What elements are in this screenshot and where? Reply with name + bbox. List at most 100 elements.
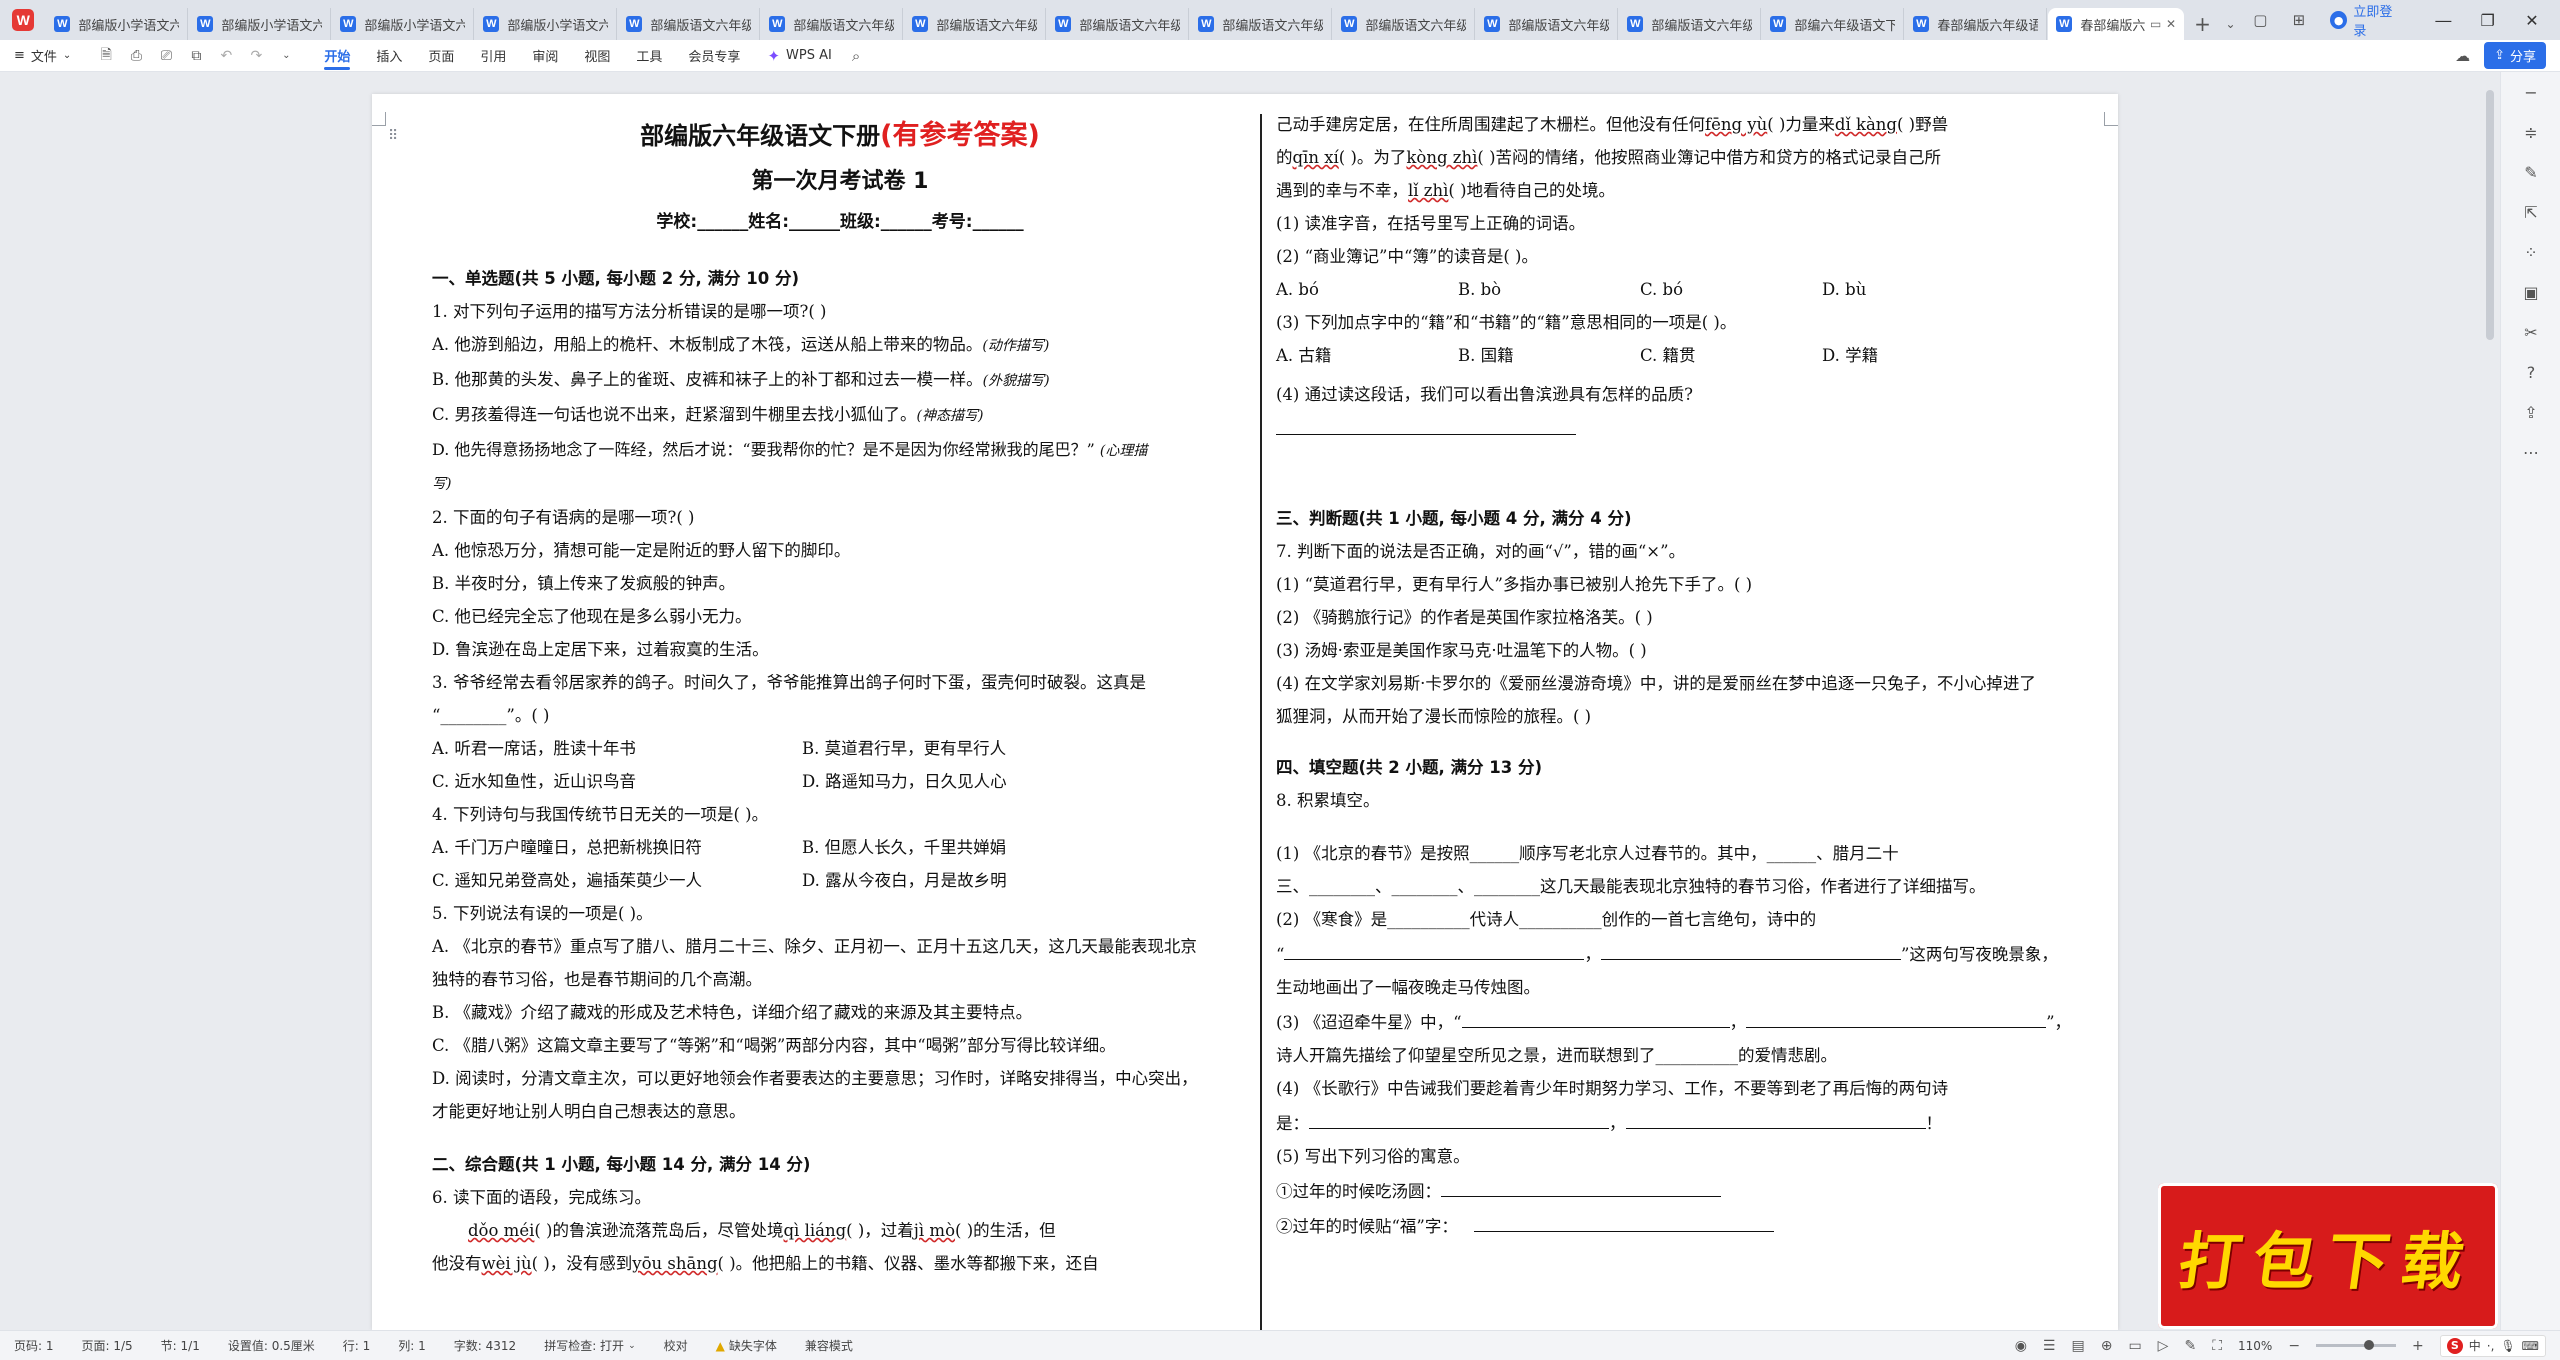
section-heading: 四、填空题(共 2 小题, 满分 13 分)	[1276, 758, 1543, 777]
maximize-icon[interactable]: ❐	[2466, 0, 2510, 40]
window-close-icon[interactable]: ✕	[2510, 0, 2554, 40]
minimize-icon[interactable]: ―	[2421, 0, 2465, 40]
undo-icon[interactable]: ↶	[217, 48, 235, 64]
edit-icon[interactable]: ✎	[2184, 1338, 2196, 1354]
document-tab[interactable]: W 部编版语文六年级	[1476, 8, 1619, 40]
wps-logo-icon[interactable]: W	[0, 0, 46, 40]
ribbon-tab[interactable]: 工具	[623, 40, 675, 72]
vertical-scrollbar[interactable]	[2486, 90, 2494, 340]
tab-label: 部编版小学语文六	[78, 18, 180, 34]
status-missing-font[interactable]: ▲ 缺失字体	[702, 1337, 791, 1354]
document-tab[interactable]: W 部编版小学语文六	[46, 8, 189, 40]
document-page[interactable]: ⠿ 部编版六年级语文下册(有参考答案) 第一次月考试卷 1 学校:______姓…	[372, 94, 2118, 1330]
add-tab-icon[interactable]: +	[2185, 8, 2220, 40]
document-tab[interactable]: W 部编版语文六年级	[1047, 8, 1190, 40]
ribbon-tab[interactable]: 引用	[467, 40, 519, 72]
help-icon[interactable]: ?	[2501, 352, 2560, 392]
select-icon[interactable]: ⇱	[2501, 192, 2560, 232]
tools-icon[interactable]: ✂	[2501, 312, 2560, 352]
login-button[interactable]: ● 立即登录	[2318, 1, 2421, 39]
write-mode-icon[interactable]: ▭	[2128, 1338, 2141, 1354]
web-view-icon[interactable]: ⊕	[2101, 1338, 2113, 1354]
zoom-level[interactable]: 110%	[2238, 1339, 2272, 1353]
page-view-icon[interactable]: ▤	[2071, 1338, 2084, 1354]
status-spell-check[interactable]: 拼写检查: 打开 ⌄	[530, 1337, 649, 1354]
zoom-slider-thumb[interactable]	[2364, 1340, 2375, 1350]
save-icon[interactable]: 🗎	[97, 44, 115, 68]
share-panel-icon[interactable]: ⇪	[2501, 392, 2560, 432]
word-doc-icon: W	[340, 16, 357, 32]
share-label: 分享	[2509, 50, 2536, 65]
ime-toolbar[interactable]: S 中 ·, 🎙 ⌨	[2439, 1334, 2546, 1357]
tab-active-document[interactable]: W 春部编版六 ▭ ✕	[2048, 8, 2185, 40]
customize-toolbar-icon[interactable]: ⌄	[277, 50, 295, 61]
outline-icon[interactable]: ☰	[2043, 1338, 2056, 1354]
redo-icon[interactable]: ↷	[247, 48, 265, 64]
play-icon[interactable]: ▷	[2158, 1338, 2169, 1354]
drag-handle-icon[interactable]: ⠿	[388, 128, 398, 144]
export-pdf-icon[interactable]: ⎙	[127, 48, 145, 64]
ribbon-tab[interactable]: 插入	[363, 40, 415, 72]
zoom-in-icon[interactable]: +	[2412, 1338, 2424, 1354]
document-tab[interactable]: W 春部编版六年级语	[1905, 8, 2048, 40]
zoom-slider[interactable]	[2316, 1340, 2397, 1350]
share-button[interactable]: ⇪ 分享	[2484, 42, 2546, 69]
document-tab[interactable]: W 部编版语文六年级	[761, 8, 904, 40]
ribbon-tab[interactable]: 页面	[415, 40, 467, 72]
grid-icon[interactable]: ⊞	[2280, 0, 2318, 40]
style-icon[interactable]: ⁘	[2501, 232, 2560, 272]
zoom-out-icon[interactable]: −	[2288, 1338, 2300, 1354]
word-doc-icon: W	[1627, 16, 1644, 32]
wps-ai-button[interactable]: ✦ WPS AI	[753, 47, 845, 65]
document-tab[interactable]: W 部编版语文六年级	[1333, 8, 1476, 40]
fit-page-icon[interactable]: ⛶	[2212, 1338, 2222, 1354]
q1-option-a-note: (动作描写)	[982, 338, 1050, 354]
download-package-badge[interactable]: 打包下载	[2158, 1183, 2498, 1329]
print-preview-icon[interactable]: ⧉	[187, 48, 205, 64]
document-tab[interactable]: W 部编版语文六年级	[1619, 8, 1762, 40]
ribbon-tab[interactable]: 会员专享	[675, 40, 753, 72]
document-tab[interactable]: W 部编六年级语文下	[1762, 8, 1905, 40]
answer-blank	[1284, 936, 1585, 960]
status-section[interactable]: 节: 1/1	[147, 1337, 214, 1354]
layout-icon[interactable]: ▢	[2241, 0, 2279, 40]
warning-icon: ▲	[715, 1338, 725, 1353]
status-compat-mode[interactable]: 兼容模式	[791, 1337, 867, 1354]
ribbon-tab[interactable]: 视图	[571, 40, 623, 72]
minus-icon[interactable]: −	[2501, 72, 2560, 112]
word-doc-icon: W	[197, 16, 214, 32]
ribbon-tab[interactable]: 审阅	[519, 40, 571, 72]
sliders-icon[interactable]: ≑	[2501, 112, 2560, 152]
document-tab[interactable]: W 部编版小学语文六	[332, 8, 475, 40]
document-tab[interactable]: W 部编版小学语文六	[189, 8, 332, 40]
status-page-number[interactable]: 页码: 1	[0, 1337, 68, 1354]
section-heading: 二、综合题(共 1 小题, 每小题 14 分, 满分 14 分)	[432, 1155, 811, 1174]
file-menu[interactable]: ≡ 文件 ⌄	[0, 46, 81, 65]
status-pages[interactable]: 页面: 1/5	[68, 1337, 147, 1354]
status-column[interactable]: 列: 1	[384, 1337, 440, 1354]
document-tab[interactable]: W 部编版语文六年级	[618, 8, 761, 40]
monitor-icon[interactable]: ▭	[2146, 17, 2161, 31]
q8-item-3: (3) 《迢迢牵牛星》中，“ ， ”，	[1276, 1004, 2096, 1039]
more-icon[interactable]: ⋯	[2501, 432, 2560, 472]
pen-icon[interactable]: ✎	[2501, 152, 2560, 192]
status-proof[interactable]: 校对	[650, 1337, 702, 1354]
status-row[interactable]: 行: 1	[329, 1337, 385, 1354]
status-word-count[interactable]: 字数: 4312	[440, 1337, 530, 1354]
review-icon[interactable]: ▣	[2501, 272, 2560, 312]
document-tab[interactable]: W 部编版语文六年级	[1190, 8, 1333, 40]
search-icon[interactable]: ⌕	[846, 47, 866, 65]
close-icon[interactable]: ✕	[2162, 17, 2176, 31]
document-tab[interactable]: W 部编版小学语文六	[475, 8, 618, 40]
chevron-down-icon[interactable]: ⌄	[2220, 8, 2241, 40]
login-label: 立即登录	[2353, 5, 2393, 39]
q6-passage-line-4: 的qīn xí( )。为了kòng zhì( )苦闷的情绪，他按照商业簿记中借方…	[1276, 141, 2096, 174]
q8-item-5-b: ②过年的时候贴“福”字：	[1276, 1208, 2096, 1243]
eye-icon[interactable]: ◉	[2015, 1338, 2027, 1354]
document-tab[interactable]: W 部编版语文六年级	[904, 8, 1047, 40]
status-setting[interactable]: 设置值: 0.5厘米	[214, 1337, 329, 1354]
passage-text: ( )苦闷的情绪，他按照商业簿记中借方和贷方的格式记录自己所	[1477, 148, 1942, 167]
print-icon[interactable]: ⎚	[157, 48, 175, 64]
cloud-sync-icon[interactable]: ☁	[2455, 47, 2470, 65]
ribbon-tab[interactable]: 开始	[311, 40, 363, 72]
